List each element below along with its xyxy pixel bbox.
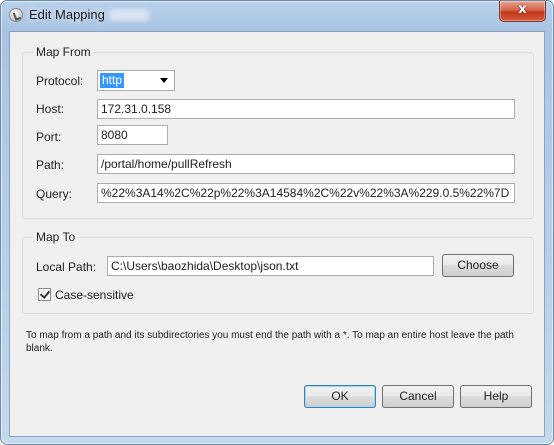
- title-bar[interactable]: Edit Mapping x: [1, 1, 553, 29]
- close-icon: x: [518, 2, 527, 17]
- protocol-dropdown[interactable]: http: [97, 70, 175, 91]
- query-label: Query:: [36, 187, 73, 201]
- app-icon: [9, 8, 23, 22]
- window-title: Edit Mapping: [29, 7, 105, 22]
- dialog-content: Map From Protocol: http Host: 172.31.0.1…: [9, 31, 545, 437]
- map-from-title: Map From: [34, 45, 93, 59]
- map-to-title: Map To: [34, 230, 78, 244]
- close-button[interactable]: x: [499, 1, 546, 22]
- port-input[interactable]: 8080: [97, 125, 168, 145]
- port-label: Port:: [36, 130, 62, 144]
- path-input[interactable]: /portal/home/pullRefresh: [97, 154, 515, 174]
- choose-button[interactable]: Choose: [442, 254, 514, 277]
- local-path-label: Local Path:: [36, 260, 97, 274]
- chevron-down-icon: [160, 78, 168, 83]
- title-blur: [109, 9, 149, 21]
- case-sensitive-checkbox[interactable]: [38, 288, 51, 301]
- case-sensitive-label: Case-sensitive: [55, 288, 134, 302]
- host-input[interactable]: 172.31.0.158: [97, 99, 515, 119]
- protocol-label: Protocol:: [36, 74, 84, 88]
- cancel-button[interactable]: Cancel: [382, 385, 454, 408]
- protocol-selected-value: http: [100, 73, 125, 88]
- dialog-window: Edit Mapping x Map From Protocol: http H…: [0, 0, 554, 445]
- path-label: Path:: [36, 158, 65, 172]
- help-button[interactable]: Help: [460, 385, 532, 408]
- help-note: To map from a path and its subdirectorie…: [26, 330, 514, 354]
- local-path-input[interactable]: C:\Users\baozhida\Desktop\json.txt: [107, 256, 434, 276]
- ok-button[interactable]: OK: [304, 385, 376, 408]
- query-input[interactable]: %22%3A14%2C%22p%22%3A14584%2C%22v%22%3A%…: [97, 183, 515, 203]
- host-label: Host:: [36, 102, 65, 116]
